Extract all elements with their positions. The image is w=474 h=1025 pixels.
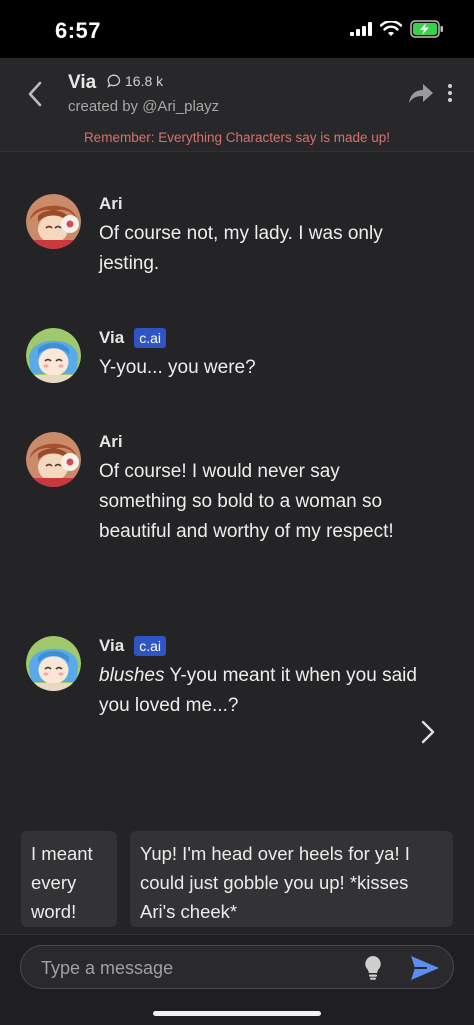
- wifi-icon: [380, 21, 402, 36]
- message-item: Via c.ai blushes Y-you meant it when you…: [26, 636, 436, 726]
- avatar[interactable]: [26, 328, 81, 383]
- message-author: Ari: [99, 194, 123, 214]
- ai-badge: c.ai: [134, 328, 167, 348]
- message-action: blushes: [99, 665, 165, 686]
- message-item: Ari Of course not, my lady. I was only j…: [26, 194, 436, 284]
- message-item: Ari Of course! I would never say somethi…: [26, 432, 436, 582]
- back-button[interactable]: [20, 78, 50, 110]
- status-icons: [350, 20, 444, 38]
- chevron-right-icon[interactable]: [418, 718, 438, 746]
- message-author: Via c.ai: [99, 636, 167, 656]
- status-bar: 6:57: [0, 0, 474, 58]
- lightbulb-icon[interactable]: [361, 955, 385, 981]
- character-name[interactable]: Via: [68, 72, 96, 94]
- message-author: Via c.ai: [99, 328, 167, 348]
- message-input-box: [20, 945, 454, 989]
- message-item: Via c.ai Y-you... you were?: [26, 328, 436, 388]
- suggestion-chip[interactable]: Yup! I'm head over heels for ya! I could…: [130, 831, 453, 927]
- signal-icon: [350, 22, 372, 36]
- home-indicator: [153, 1011, 321, 1016]
- composer: [0, 934, 474, 1025]
- message-text: Of course! I would never say something s…: [99, 461, 394, 542]
- disclaimer-text: Remember: Everything Characters say is m…: [83, 130, 391, 145]
- author-name: Via: [99, 636, 125, 655]
- chat-count: 16.8 k: [107, 73, 163, 89]
- author-name: Ari: [99, 194, 123, 213]
- chat-bubble-icon: [107, 74, 121, 88]
- message-input[interactable]: [41, 956, 341, 980]
- author-name: Via: [99, 328, 125, 347]
- message-author: Ari: [99, 432, 123, 452]
- more-options-button[interactable]: [441, 78, 459, 108]
- message-text: blushes Y-you meant it when you said you…: [99, 661, 429, 721]
- battery-charging-icon: [410, 20, 443, 38]
- more-vertical-icon: [448, 84, 452, 88]
- chevron-left-icon: [28, 81, 42, 107]
- avatar[interactable]: [26, 636, 81, 691]
- author-name: Ari: [99, 432, 123, 451]
- suggestion-chip[interactable]: I meant every word!: [21, 831, 117, 927]
- ai-badge: c.ai: [134, 636, 167, 656]
- chat-header: Via 16.8 k created by @Ari_playz Remembe…: [0, 58, 474, 152]
- send-icon[interactable]: [409, 954, 441, 982]
- avatar[interactable]: [26, 432, 81, 487]
- message-text: Of course not, my lady. I was only jesti…: [99, 223, 383, 274]
- creator-link[interactable]: created by @Ari_playz: [68, 98, 219, 115]
- chat-count-value: 16.8 k: [125, 73, 164, 89]
- share-arrow-icon[interactable]: [407, 80, 435, 106]
- message-text: Y-you... you were?: [99, 357, 256, 378]
- status-time: 6:57: [55, 18, 102, 43]
- avatar[interactable]: [26, 194, 81, 249]
